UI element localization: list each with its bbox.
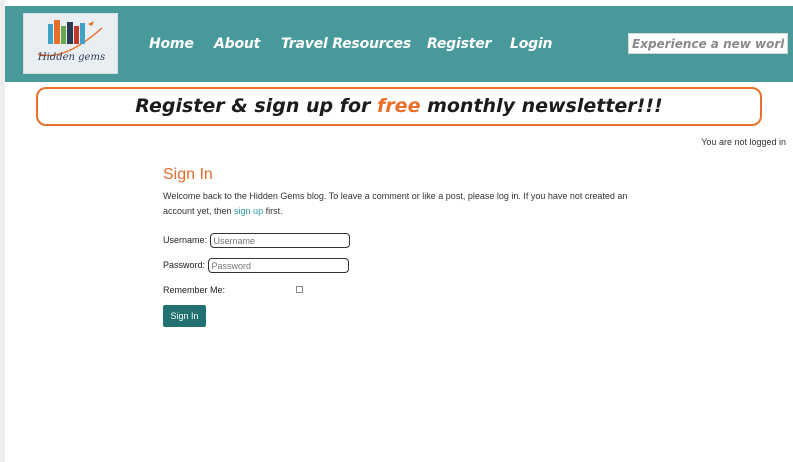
username-input[interactable] <box>209 233 350 248</box>
password-label: Password: <box>163 259 206 270</box>
search-input[interactable] <box>628 33 788 54</box>
banner-free-highlight: free <box>377 95 421 117</box>
newsletter-banner[interactable]: Register & sign up for free monthly news… <box>36 87 762 126</box>
site-logo[interactable]: Hidden gems <box>23 13 118 74</box>
remember-label: Remember Me: <box>163 285 226 295</box>
page-title: Sign In <box>163 166 213 183</box>
signin-panel: Sign In Welcome back to the Hidden Gems … <box>163 166 633 327</box>
remember-checkbox[interactable] <box>296 286 303 293</box>
banner-text-after: monthly newsletter!!! <box>420 95 663 117</box>
password-row: Password: <box>163 258 349 273</box>
banner-text-before: Register & sign up for <box>135 95 378 117</box>
signup-link[interactable]: sign up <box>234 206 263 216</box>
intro-before: Welcome back to the Hidden Gems blog. To… <box>163 191 628 216</box>
remember-row: Remember Me: <box>163 285 313 297</box>
logo-text: Hidden gems <box>37 52 106 63</box>
city-skyline-icon <box>37 20 103 57</box>
nav-home[interactable]: Home <box>149 36 194 52</box>
intro-after: first. <box>263 206 283 216</box>
username-label: Username: <box>163 234 208 245</box>
nav-login[interactable]: Login <box>510 36 553 52</box>
intro-text: Welcome back to the Hidden Gems blog. To… <box>163 189 633 219</box>
signin-button[interactable]: Sign In <box>163 305 206 327</box>
nav-travel-resources[interactable]: Travel Resources <box>281 36 411 52</box>
nav-about[interactable]: About <box>214 36 260 52</box>
username-row: Username: <box>163 233 350 248</box>
login-status: You are not logged in <box>701 137 786 147</box>
password-input[interactable] <box>207 258 349 273</box>
nav-register[interactable]: Register <box>427 36 491 52</box>
site-header: Hidden gems Home About Travel Resources … <box>5 6 793 82</box>
